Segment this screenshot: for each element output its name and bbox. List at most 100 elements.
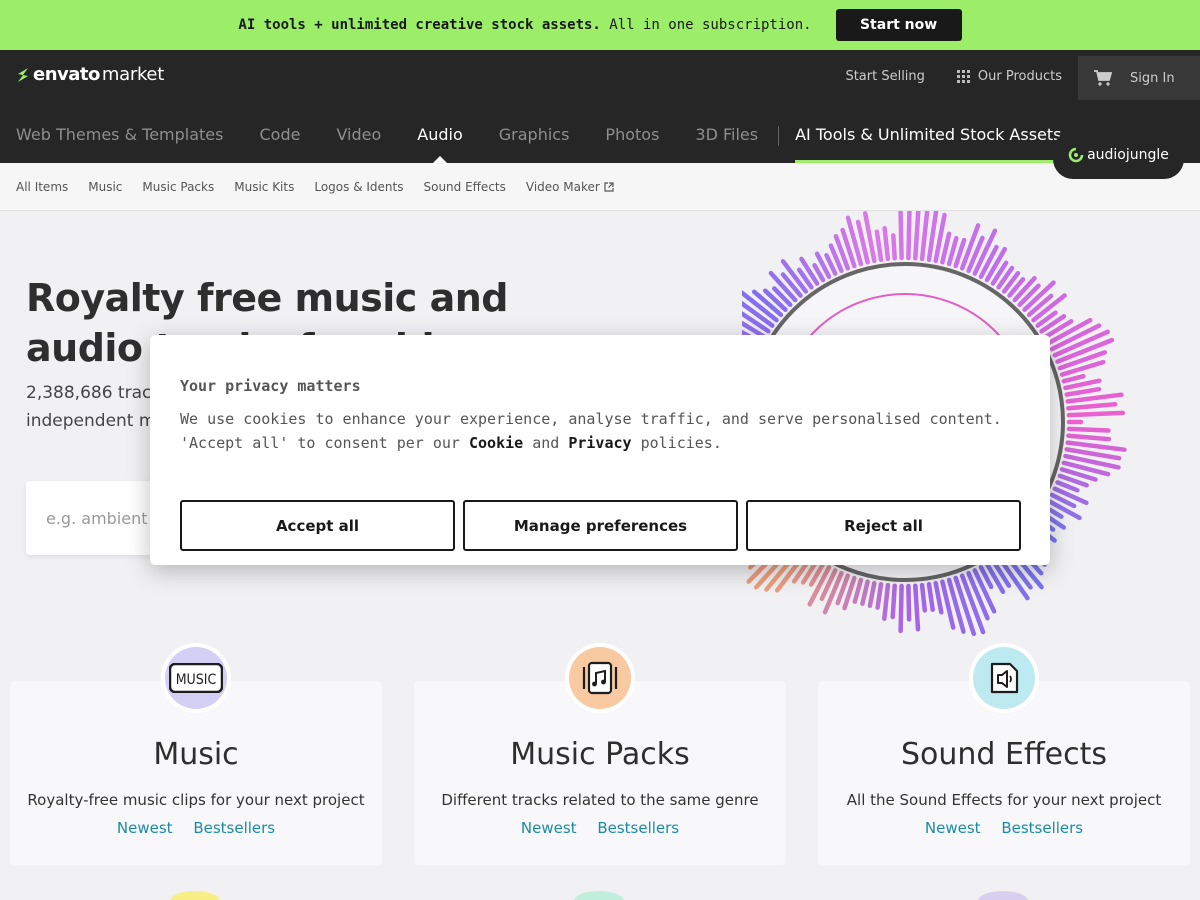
promo-text-bold: AI tools + unlimited creative stock asse… [238, 17, 601, 33]
visualizer-bar [1065, 440, 1127, 452]
visualizer-bar [875, 581, 884, 610]
cookie-policy-link[interactable]: Cookie [469, 434, 523, 452]
accept-all-button[interactable]: Accept all [180, 500, 455, 551]
cookie-consent-dialog: Your privacy matters We use cookies to e… [150, 335, 1050, 565]
sound-file-glyph [990, 662, 1019, 694]
subnav-video-maker-label: Video Maker [525, 179, 600, 194]
music-text-glyph: MUSIC [169, 663, 223, 693]
site-header: envato market Start Selling Our Products… [0, 50, 1200, 163]
visualizer-bar [1066, 410, 1126, 418]
visualizer-bar [1065, 392, 1124, 404]
visualizer-bar [891, 233, 897, 261]
manage-preferences-button[interactable]: Manage preferences [463, 500, 738, 551]
nav-audio[interactable]: Audio [417, 112, 463, 163]
bestsellers-link[interactable]: Bestsellers [193, 819, 275, 837]
reject-all-button[interactable]: Reject all [746, 500, 1021, 551]
nav-divider [778, 126, 780, 146]
subnav-music[interactable]: Music [88, 180, 122, 194]
sign-in-button[interactable]: Sign In [1078, 56, 1200, 100]
card-icon-wrap [969, 643, 1039, 713]
card-icon-wrap: MUSIC [161, 643, 231, 713]
start-selling-link[interactable]: Start Selling [829, 50, 940, 102]
card-icon-wrap [565, 643, 635, 713]
music-pack-glyph [582, 661, 618, 695]
next-card-icon-peek [574, 891, 624, 900]
external-link-icon [604, 181, 614, 192]
audiojungle-badge[interactable]: audiojungle [1053, 131, 1184, 179]
visualizer-bar [1066, 426, 1111, 433]
cart-icon [1094, 70, 1112, 86]
card-description: Different tracks related to the same gen… [441, 791, 759, 809]
visualizer-bar [1064, 386, 1102, 397]
logo-market-text: market [101, 64, 164, 85]
visualizer-bar [926, 581, 935, 612]
music-pack-icon [569, 647, 631, 709]
subnav-music-packs[interactable]: Music Packs [142, 180, 214, 194]
card-title: Sound Effects [901, 737, 1107, 772]
promo-text: AI tools + unlimited creative stock asse… [238, 17, 811, 33]
category-card-music[interactable]: MUSIC Music Royalty-free music clips for… [10, 643, 382, 865]
visualizer-bar [906, 583, 912, 622]
visualizer-bar [882, 226, 891, 262]
next-card-icon-peek [170, 891, 220, 900]
card-links: Newest Bestsellers [10, 819, 382, 837]
visualizer-bar [940, 231, 952, 265]
newest-link[interactable]: Newest [925, 819, 981, 837]
visualizer-bar [906, 211, 912, 261]
nav-photos[interactable]: Photos [605, 112, 659, 163]
category-card-sound-effects[interactable]: Sound Effects All the Sound Effects for … [818, 643, 1190, 865]
nav-3d-files[interactable]: 3D Files [695, 112, 758, 163]
envato-market-logo[interactable]: envato market [16, 64, 164, 85]
our-products-label: Our Products [977, 68, 1062, 84]
subnav-video-maker[interactable]: Video Maker [526, 180, 614, 194]
audiojungle-logo-icon [1068, 147, 1084, 163]
card-title: Music [153, 737, 239, 772]
visualizer-bar [1066, 433, 1112, 442]
newest-link[interactable]: Newest [117, 819, 173, 837]
privacy-policy-link[interactable]: Privacy [568, 434, 631, 452]
bestsellers-link[interactable]: Bestsellers [597, 819, 679, 837]
visualizer-bar [867, 580, 877, 609]
subnav-logos-idents[interactable]: Logos & Idents [314, 180, 403, 194]
visualizer-bar [1061, 373, 1086, 384]
visualizer-bar [913, 211, 921, 261]
nav-graphics[interactable]: Graphics [499, 112, 570, 163]
subnav-music-kits[interactable]: Music Kits [234, 180, 294, 194]
visualizer-bar [860, 579, 870, 606]
nav-ai-tools[interactable]: AI Tools & Unlimited Stock Assets [795, 112, 1062, 163]
visualizer-bar [913, 583, 921, 632]
sound-file-icon [973, 647, 1035, 709]
card-description: All the Sound Effects for your next proj… [846, 791, 1162, 809]
sign-in-label: Sign In [1130, 70, 1175, 86]
visualizer-bar [946, 235, 959, 267]
grid-icon [956, 69, 970, 83]
cookie-dialog-body: We use cookies to enhance your experienc… [180, 407, 1030, 455]
nav-video[interactable]: Video [336, 112, 381, 163]
envato-leaf-icon [18, 67, 28, 82]
promo-text-rest: All in one subscription. [600, 17, 812, 33]
visualizer-bar [919, 211, 930, 262]
cookie-body-end: policies. [631, 434, 722, 452]
visualizer-bar [874, 229, 884, 263]
subnav-all-items[interactable]: All Items [16, 180, 68, 194]
our-products-menu[interactable]: Our Products [941, 50, 1078, 102]
category-nav: Web Themes & Templates Code Video Audio … [16, 112, 1062, 163]
sub-nav: All Items Music Music Packs Music Kits L… [0, 163, 1200, 211]
newest-link[interactable]: Newest [521, 819, 577, 837]
card-links: Newest Bestsellers [818, 819, 1190, 837]
visualizer-bar [898, 211, 904, 261]
card-description: Royalty-free music clips for your next p… [27, 791, 365, 809]
card-title: Music Packs [510, 737, 690, 772]
nav-web-themes[interactable]: Web Themes & Templates [16, 112, 223, 163]
visualizer-bar [852, 577, 864, 604]
bestsellers-link[interactable]: Bestsellers [1001, 819, 1083, 837]
subnav-sound-effects[interactable]: Sound Effects [423, 180, 505, 194]
promo-banner: AI tools + unlimited creative stock asse… [0, 0, 1200, 50]
start-now-button[interactable]: Start now [835, 9, 962, 41]
card-links: Newest Bestsellers [414, 819, 786, 837]
visualizer-bar [1066, 402, 1118, 411]
category-card-music-packs[interactable]: Music Packs Different tracks related to … [414, 643, 786, 865]
category-cards: MUSIC Music Royalty-free music clips for… [0, 641, 1200, 900]
cookie-body-and: and [523, 434, 569, 452]
nav-code[interactable]: Code [259, 112, 300, 163]
